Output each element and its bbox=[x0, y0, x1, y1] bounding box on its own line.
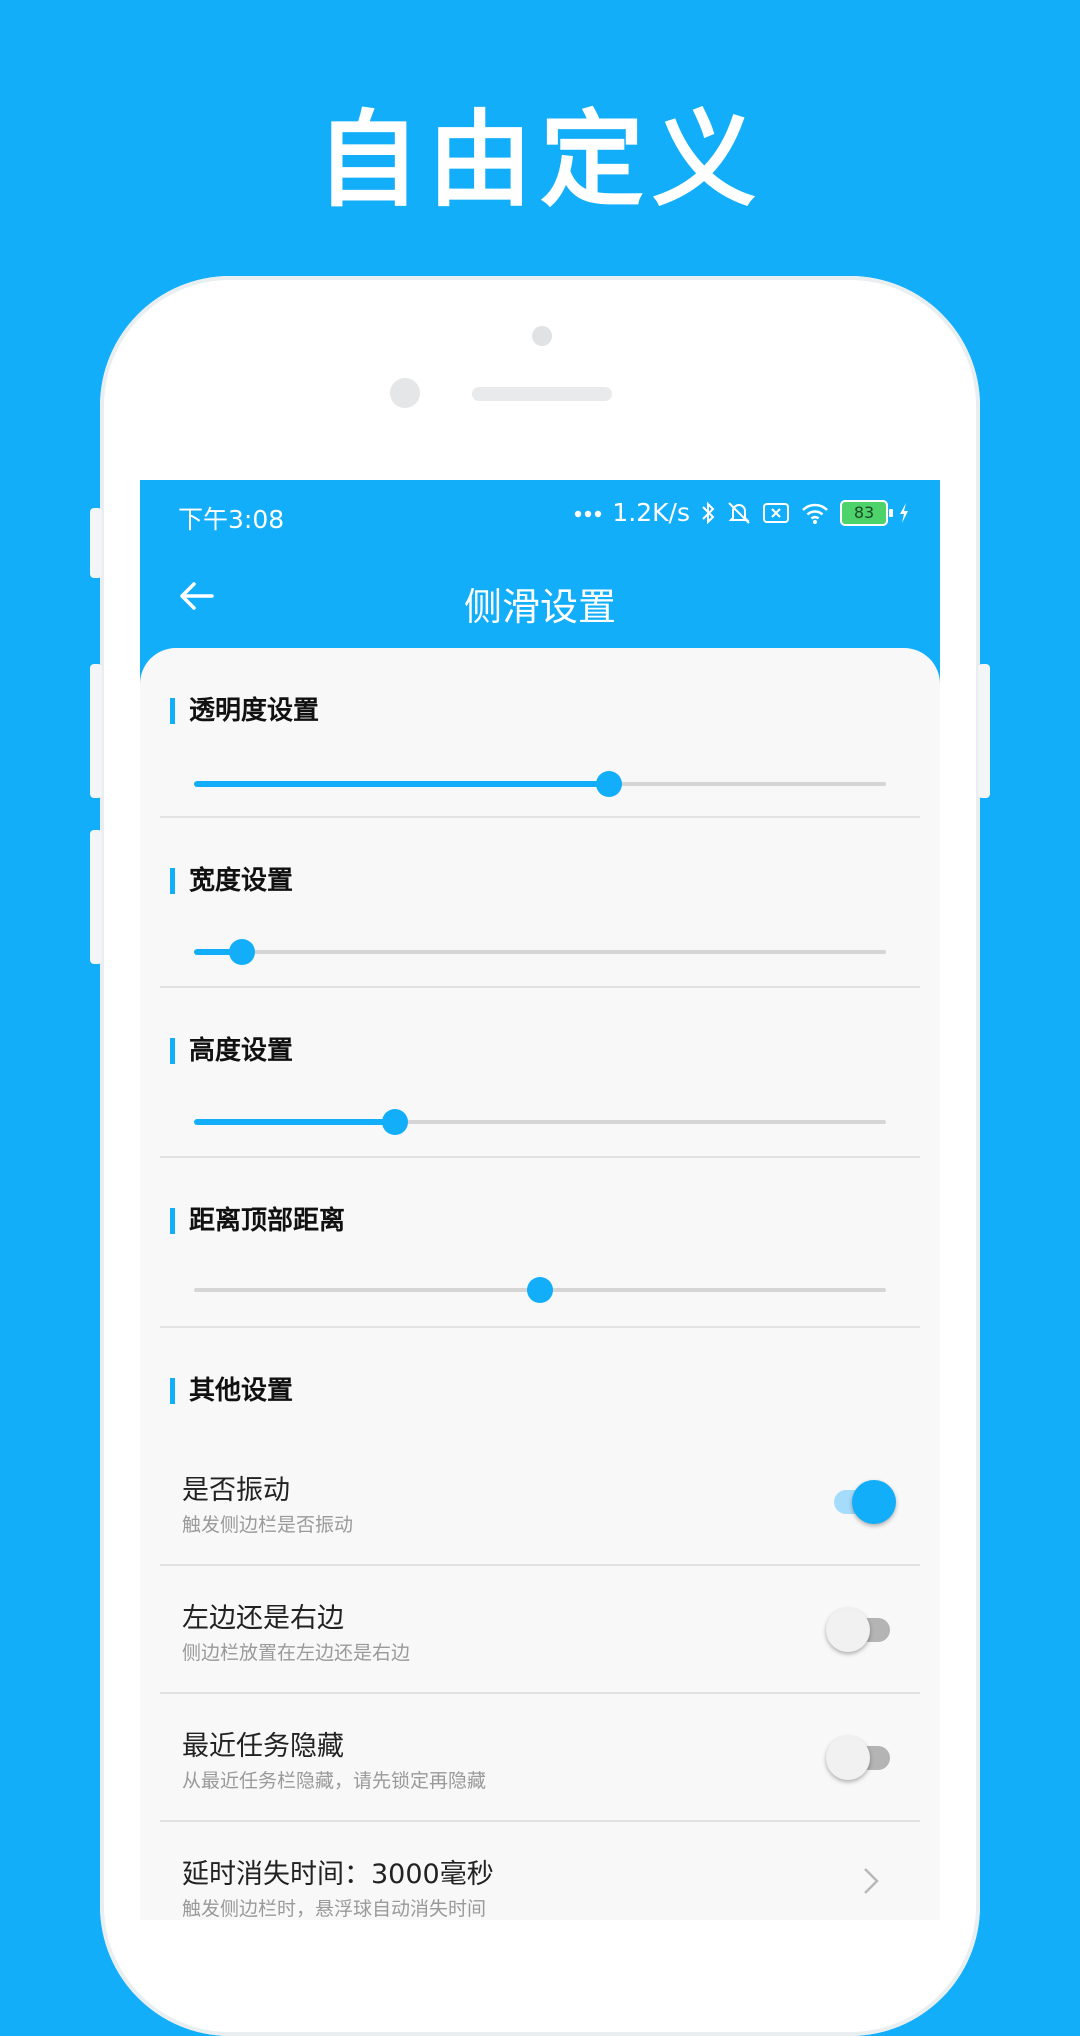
hide-recents-switch[interactable] bbox=[826, 1736, 892, 1780]
switch-knob bbox=[826, 1736, 870, 1780]
width-section: 宽度设置 bbox=[160, 818, 920, 988]
proximity-sensor bbox=[532, 326, 552, 346]
side-button-left-2 bbox=[90, 664, 102, 798]
slider-thumb[interactable] bbox=[596, 771, 623, 797]
settings-content: 透明度设置 宽度设置 高度设置 距离顶部距离 其他设置 是否振动 触发侧边栏是否… bbox=[140, 648, 940, 1920]
headline: 自由定义 bbox=[315, 99, 764, 221]
page-title: 侧滑设置 bbox=[463, 585, 616, 629]
setting-subtitle: 从最近任务栏隐藏，请先锁定再隐藏 bbox=[182, 1770, 487, 1792]
charging-icon bbox=[898, 502, 910, 524]
more-dots-icon bbox=[574, 508, 602, 518]
vibrate-setting-row[interactable]: 是否振动 触发侧边栏是否振动 bbox=[160, 1438, 920, 1566]
section-title: 距离顶部距离 bbox=[170, 1208, 345, 1234]
status-bar: 下午3:08 1.2K/s 83 bbox=[140, 480, 940, 548]
section-title: 透明度设置 bbox=[170, 698, 319, 724]
height-section: 高度设置 bbox=[160, 988, 920, 1158]
sim-off-icon bbox=[762, 502, 790, 524]
switch-knob bbox=[852, 1480, 896, 1524]
setting-title: 是否振动 bbox=[182, 1475, 290, 1506]
vibrate-switch[interactable] bbox=[830, 1480, 896, 1524]
slider-thumb[interactable] bbox=[229, 939, 256, 965]
bluetooth-icon bbox=[700, 500, 716, 526]
front-camera bbox=[390, 378, 420, 408]
chevron-right-icon bbox=[862, 1866, 880, 1900]
side-position-switch[interactable] bbox=[826, 1608, 892, 1652]
side-button-right bbox=[978, 664, 990, 798]
setting-title: 延时消失时间：3000毫秒 bbox=[182, 1859, 494, 1890]
other-settings-title: 其他设置 bbox=[170, 1378, 293, 1404]
width-slider[interactable] bbox=[194, 932, 886, 972]
earpiece-speaker bbox=[472, 387, 612, 401]
opacity-slider[interactable] bbox=[194, 764, 886, 804]
setting-title: 最近任务隐藏 bbox=[182, 1731, 344, 1762]
opacity-section: 透明度设置 bbox=[160, 648, 920, 818]
section-title: 宽度设置 bbox=[170, 868, 293, 894]
setting-title: 左边还是右边 bbox=[182, 1603, 344, 1634]
setting-subtitle: 触发侧边栏是否振动 bbox=[182, 1514, 354, 1536]
status-time: 下午3:08 bbox=[178, 505, 285, 534]
hide-recents-setting-row[interactable]: 最近任务隐藏 从最近任务栏隐藏，请先锁定再隐藏 bbox=[160, 1694, 920, 1822]
app-bar: 侧滑设置 bbox=[140, 548, 940, 648]
top-distance-slider[interactable] bbox=[194, 1270, 886, 1310]
top-distance-section: 距离顶部距离 bbox=[160, 1158, 920, 1328]
switch-knob bbox=[826, 1608, 870, 1652]
side-button-left-3 bbox=[90, 830, 102, 964]
slider-fill bbox=[194, 1119, 395, 1125]
mute-icon bbox=[726, 500, 752, 526]
phone-screen: 下午3:08 1.2K/s 83 侧滑设置 透明度设置 宽度设置 高度设置 距离… bbox=[140, 480, 940, 1920]
wifi-icon bbox=[800, 501, 830, 525]
slider-thumb[interactable] bbox=[527, 1277, 553, 1303]
section-title: 高度设置 bbox=[170, 1038, 293, 1064]
setting-subtitle: 触发侧边栏时，悬浮球自动消失时间 bbox=[182, 1898, 487, 1920]
slider-track bbox=[194, 950, 886, 954]
network-speed: 1.2K/s bbox=[612, 498, 690, 527]
side-position-setting-row[interactable]: 左边还是右边 侧边栏放置在左边还是右边 bbox=[160, 1566, 920, 1694]
hide-delay-setting-row[interactable]: 延时消失时间：3000毫秒 触发侧边栏时，悬浮球自动消失时间 bbox=[160, 1822, 920, 1920]
status-icons: 1.2K/s 83 bbox=[574, 498, 910, 527]
battery-icon: 83 bbox=[840, 499, 893, 526]
slider-fill bbox=[194, 781, 610, 787]
slider-thumb[interactable] bbox=[381, 1109, 408, 1135]
side-button-left-1 bbox=[90, 508, 102, 578]
setting-subtitle: 侧边栏放置在左边还是右边 bbox=[182, 1642, 411, 1664]
height-slider[interactable] bbox=[194, 1102, 886, 1142]
